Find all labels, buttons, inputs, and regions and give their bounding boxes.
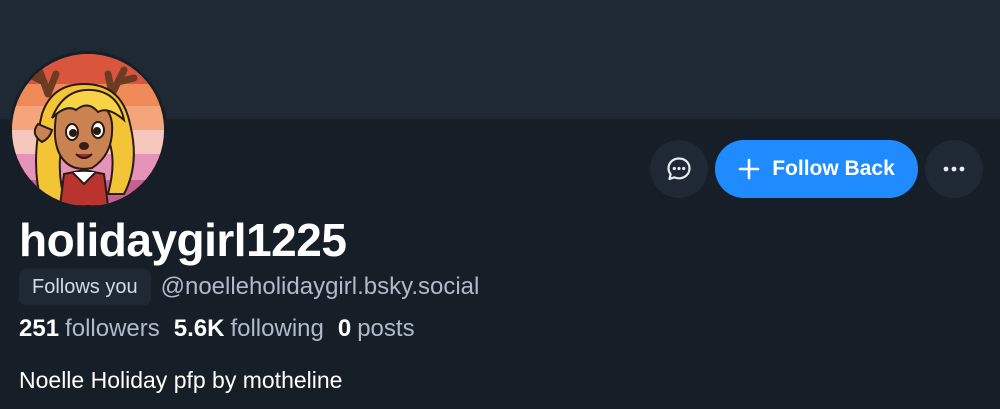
plus-icon [738,158,760,180]
posts-label: posts [357,315,415,342]
posts-count: 0 [337,315,352,342]
message-button[interactable] [650,140,708,198]
followers-count: 251 [19,315,60,342]
follows-you-badge: Follows you [19,269,151,305]
handle-row: Follows you @noelleholidaygirl.bsky.soci… [19,269,479,305]
display-name: holidaygirl1225 [19,214,347,266]
profile-handle[interactable]: @noelleholidaygirl.bsky.social [161,273,480,301]
message-icon [667,157,691,181]
follow-back-label: Follow Back [772,157,895,180]
avatar[interactable] [9,51,167,209]
profile-bio: Noelle Holiday pfp by motheline [19,367,343,393]
avatar-image [12,54,164,206]
profile-page: Follow Back holidaygirl1225 Follows you … [0,0,1000,409]
following-label: following [230,315,324,342]
more-options-button[interactable] [925,140,983,198]
followers-label: followers [65,315,160,342]
followers-stat[interactable]: 251 followers [19,315,160,343]
following-stat[interactable]: 5.6K following [174,315,324,343]
posts-stat: 0 posts [338,315,415,343]
ellipsis-icon [943,166,965,172]
following-count: 5.6K [173,315,225,342]
stats-row: 251 followers 5.6K following 0 posts [19,315,415,343]
follow-back-button[interactable]: Follow Back [715,140,918,198]
